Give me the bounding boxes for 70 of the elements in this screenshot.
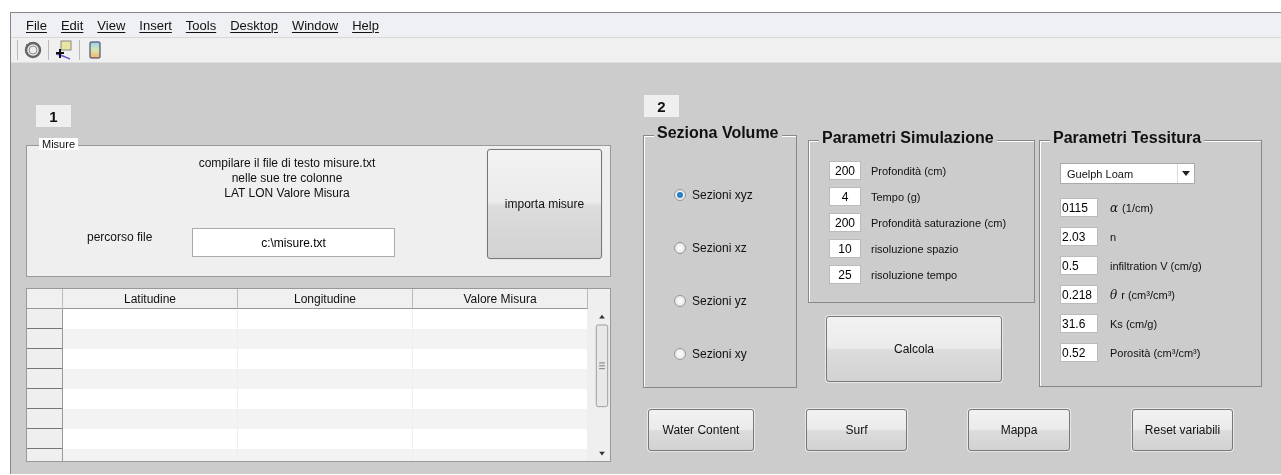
- action-button[interactable]: Water Content: [648, 409, 754, 451]
- soil-type-dropdown[interactable]: Guelph Loam: [1060, 163, 1195, 184]
- table-cell[interactable]: [413, 309, 588, 329]
- number-field[interactable]: 10: [829, 239, 861, 258]
- colorbar-icon[interactable]: [89, 41, 101, 59]
- number-field[interactable]: 25: [829, 265, 861, 284]
- field-label: Porosità (cm³/cm³): [1110, 346, 1201, 359]
- column-header: Latitudine: [63, 289, 238, 309]
- menu-item[interactable]: Edit: [53, 17, 91, 33]
- number-field[interactable]: 0.5: [1060, 256, 1098, 275]
- menu-item[interactable]: View: [90, 17, 133, 33]
- radio-icon[interactable]: [674, 189, 686, 201]
- file-path-field[interactable]: c:\misure.txt: [192, 228, 395, 257]
- table-cell[interactable]: [63, 329, 238, 349]
- number-field[interactable]: 4: [829, 187, 861, 206]
- menu-item[interactable]: Window: [284, 17, 346, 33]
- field-label: Profondità saturazione (cm): [871, 216, 1007, 229]
- radio-button[interactable]: Sezioni xy: [674, 347, 796, 361]
- field-label: θ r (cm³/cm³): [1110, 287, 1175, 302]
- caret-icon[interactable]: [1182, 171, 1190, 176]
- column-header: Longitudine: [238, 289, 413, 309]
- number-field[interactable]: 31.6: [1060, 314, 1098, 333]
- instruction-text: LAT LON Valore Misura: [223, 186, 351, 201]
- field-label: α (1/cm): [1110, 200, 1154, 215]
- menu-item[interactable]: Help: [345, 17, 386, 33]
- table-cell[interactable]: [63, 369, 238, 389]
- menu-item[interactable]: Desktop: [223, 17, 285, 33]
- calculate-button[interactable]: Calcola: [826, 316, 1002, 382]
- table-cell[interactable]: [63, 429, 238, 449]
- radio-icon[interactable]: [674, 348, 686, 360]
- column-header: Valore Misura: [413, 289, 588, 309]
- action-button[interactable]: Surf: [806, 409, 907, 451]
- action-button[interactable]: Reset variabili: [1132, 409, 1233, 451]
- field-label: Tempo (g): [871, 190, 921, 203]
- instruction-text: compilare il file di testo misure.txt: [197, 156, 377, 171]
- table-cell[interactable]: [63, 349, 238, 369]
- scroll-thumb[interactable]: [595, 324, 609, 408]
- panel-title: Misure: [39, 138, 78, 150]
- action-button[interactable]: Mappa: [968, 409, 1070, 451]
- field-label: percorso file: [87, 230, 153, 244]
- field-label: risoluzione tempo: [871, 268, 958, 281]
- step-number: 2: [644, 95, 679, 117]
- table-cell[interactable]: [238, 309, 413, 329]
- data-cursor-icon[interactable]: [54, 40, 74, 60]
- import-button[interactable]: importa misure: [487, 149, 602, 259]
- number-field[interactable]: 200: [829, 161, 861, 180]
- radio-icon[interactable]: [674, 242, 686, 254]
- menu-item[interactable]: File: [19, 17, 54, 33]
- radio-button[interactable]: Sezioni yz: [674, 294, 796, 308]
- radio-button[interactable]: Sezioni xyz: [674, 188, 796, 202]
- instruction-text: nelle sue tre colonne: [230, 171, 344, 186]
- field-label: n: [1110, 230, 1117, 243]
- step-number: 1: [36, 105, 71, 127]
- table-cell[interactable]: [63, 409, 238, 429]
- table-cell[interactable]: [63, 309, 238, 329]
- number-field[interactable]: 0.52: [1060, 343, 1098, 362]
- number-field[interactable]: 2.03: [1060, 227, 1098, 246]
- field-label: risoluzione spazio: [871, 242, 959, 255]
- radio-button[interactable]: Sezioni xz: [674, 241, 796, 255]
- field-label: Ks (cm/g): [1110, 317, 1158, 330]
- menu-item[interactable]: Tools: [178, 17, 224, 33]
- radio-icon[interactable]: [674, 295, 686, 307]
- number-field[interactable]: 0115: [1060, 198, 1098, 217]
- number-field[interactable]: 0.218: [1060, 285, 1098, 304]
- field-label: infiltration V (cm/g): [1110, 259, 1202, 272]
- table-cell[interactable]: [63, 389, 238, 409]
- field-label: Profondità (cm): [871, 164, 947, 177]
- number-field[interactable]: 200: [829, 213, 861, 232]
- menu-item[interactable]: Insert: [132, 17, 179, 33]
- rotate-3d-icon[interactable]: [24, 41, 42, 59]
